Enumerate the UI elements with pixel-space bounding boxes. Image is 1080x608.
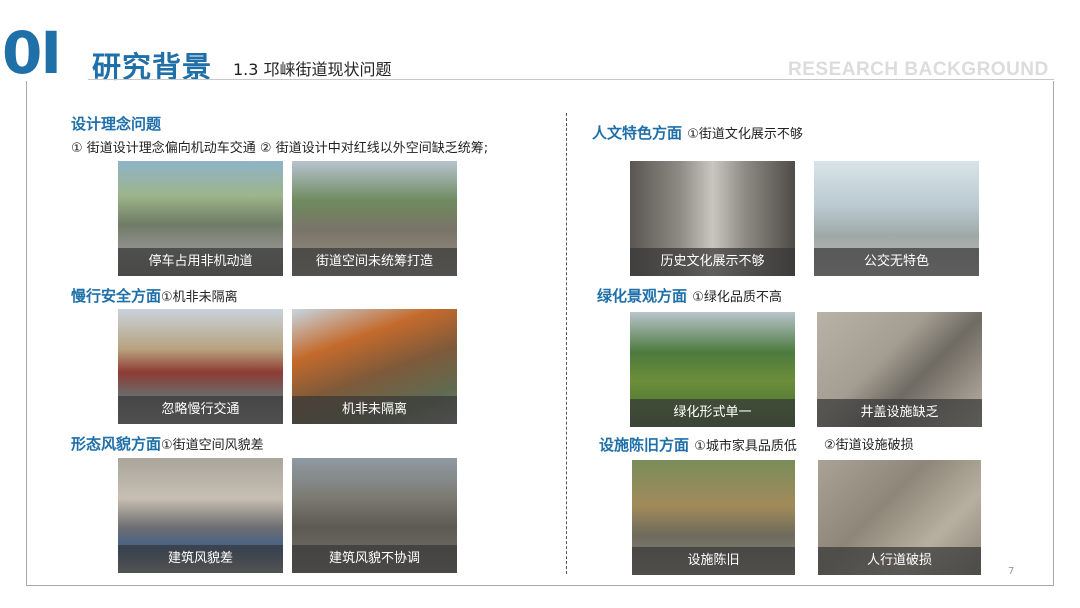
section-heading-label: 绿化景观方面 [597, 287, 688, 305]
section-extra-note-facilities: ②街道设施破损 [824, 438, 914, 453]
photo-no-separation: 机非未隔离 [292, 309, 457, 424]
section-heading-label: 形态风貌方面 [71, 435, 162, 453]
photo-caption: 绿化形式单一 [630, 399, 795, 427]
english-title: RESEARCH BACKGROUND [788, 59, 1049, 80]
section-heading-appearance: 形态风貌方面①街道空间风貌差 [71, 433, 264, 454]
photo-damaged-sidewalk: 人行道破损 [818, 460, 981, 575]
page-subtitle: 1.3 邛崃街道现状问题 [233, 60, 392, 79]
photo-manhole-cover: 井盖设施缺乏 [817, 312, 982, 427]
section-heading-slow-traffic: 慢行安全方面①机非未隔离 [71, 285, 238, 306]
section-notes-design: ① 街道设计理念偏向机动车交通 ② 街道设计中对红线以外空间缺乏统筹; [71, 141, 489, 156]
photo-uncoordinated-buildings: 建筑风貌不协调 [292, 458, 457, 573]
section-heading-culture: 人文特色方面 ①街道文化展示不够 [592, 122, 803, 143]
photo-greenery-form: 绿化形式单一 [630, 312, 795, 427]
section-notes-culture: ①街道文化展示不够 [687, 127, 803, 142]
photo-ignore-slow-traffic: 忽略慢行交通 [118, 309, 283, 424]
photo-caption: 街道空间未统筹打造 [292, 248, 457, 276]
photo-poor-buildings: 建筑风貌差 [118, 458, 283, 573]
photo-caption: 机非未隔离 [292, 396, 457, 424]
photo-caption: 公交无特色 [814, 248, 979, 276]
section-heading-greenery: 绿化景观方面 ①绿化品质不高 [597, 285, 782, 306]
section-notes-greenery: ①绿化品质不高 [692, 290, 782, 305]
photo-caption: 停车占用非机动道 [118, 248, 283, 276]
section-notes-appearance: ①街道空间风貌差 [161, 438, 264, 453]
photo-street-space: 街道空间未统筹打造 [292, 161, 457, 276]
photo-caption: 设施陈旧 [632, 547, 795, 575]
section-notes-slow-traffic: ①机非未隔离 [161, 290, 238, 305]
photo-caption: 忽略慢行交通 [118, 396, 283, 424]
photo-caption: 历史文化展示不够 [630, 248, 795, 276]
page-number: 7 [1008, 566, 1015, 577]
section-heading-label: 慢行安全方面 [71, 287, 162, 305]
section-heading-label: 人文特色方面 [592, 124, 683, 142]
section-heading-design: 设计理念问题 [71, 115, 162, 133]
section-notes-facilities: ①城市家具品质低 [694, 439, 797, 454]
photo-caption: 井盖设施缺乏 [817, 399, 982, 427]
section-heading-label: 设施陈旧方面 [599, 436, 690, 454]
photo-bus-stop: 公交无特色 [814, 161, 979, 276]
section-number: 0I [2, 19, 62, 87]
section-heading-facilities: 设施陈旧方面 ①城市家具品质低 [599, 434, 797, 455]
header-divider [88, 79, 1054, 80]
photo-caption: 建筑风貌差 [118, 545, 283, 573]
photo-caption: 人行道破损 [818, 547, 981, 575]
photo-historical-culture: 历史文化展示不够 [630, 161, 795, 276]
photo-parking-on-bike-lane: 停车占用非机动道 [118, 161, 283, 276]
photo-old-bench: 设施陈旧 [632, 460, 795, 575]
center-divider [566, 113, 567, 574]
photo-caption: 建筑风貌不协调 [292, 545, 457, 573]
